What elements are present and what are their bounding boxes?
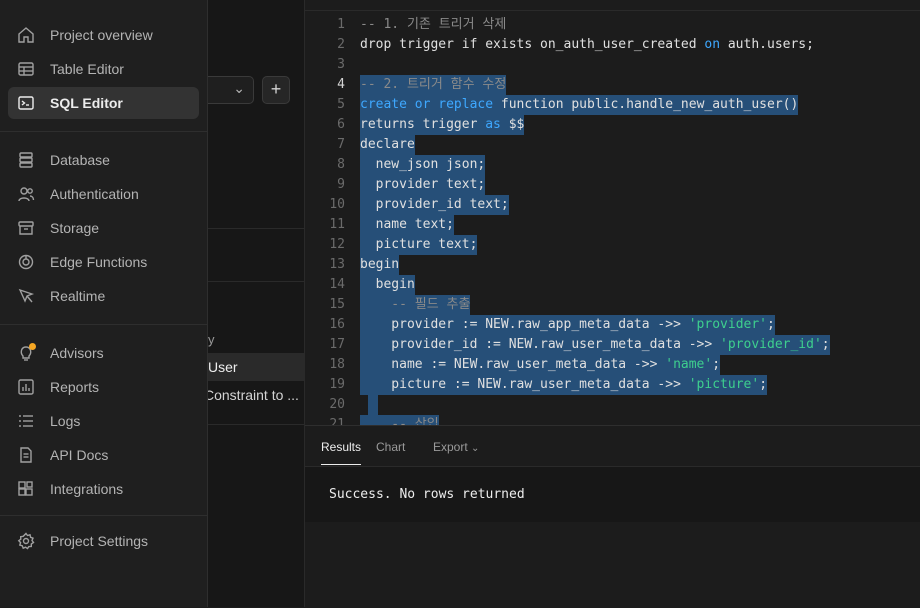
code-line: 16 provider := NEW.raw_app_meta_data ->>…: [305, 315, 920, 335]
realtime-icon: [16, 286, 36, 306]
sidebar-item-realtime[interactable]: Realtime: [8, 280, 199, 312]
sidebar-item-database[interactable]: Database: [8, 144, 199, 176]
export-dropdown[interactable]: Export ⌄: [433, 440, 479, 454]
document-icon: [16, 445, 36, 465]
blocks-icon: [16, 479, 36, 499]
sidebar: Project overview Table Editor SQL Editor…: [0, 0, 208, 607]
results-tabs: Results Chart Export ⌄: [305, 426, 920, 467]
snippet-filter-select[interactable]: ⌄: [208, 76, 254, 104]
divider: [208, 228, 304, 229]
chevron-down-icon: ⌄: [233, 80, 245, 96]
code-line: 10 provider_id text;: [305, 195, 920, 215]
sidebar-item-storage[interactable]: Storage: [8, 212, 199, 244]
tab-chart[interactable]: Chart: [376, 440, 405, 454]
code-line: 21 -- 삽입: [305, 415, 920, 425]
functions-icon: [16, 252, 36, 272]
sidebar-item-api-docs[interactable]: API Docs: [8, 439, 199, 471]
snippet-panel: ⌄ + y User Constraint to ...: [204, 0, 305, 607]
code-line: 3: [337, 57, 345, 72]
users-icon: [16, 184, 36, 204]
snippet-item-constraint[interactable]: Constraint to ...: [204, 381, 300, 409]
sidebar-item-sql-editor[interactable]: SQL Editor: [8, 87, 199, 119]
chart-icon: [16, 377, 36, 397]
divider: [0, 131, 207, 132]
terminal-icon: [16, 93, 36, 113]
lightbulb-icon: [16, 343, 36, 363]
results-panel: Results Chart Export ⌄ Success. No rows …: [305, 425, 920, 608]
database-icon: [16, 150, 36, 170]
sidebar-item-integrations[interactable]: Integrations: [8, 473, 199, 505]
sidebar-item-project-overview[interactable]: Project overview: [8, 19, 199, 51]
sidebar-item-edge-functions[interactable]: Edge Functions: [8, 246, 199, 278]
archive-icon: [16, 218, 36, 238]
list-icon: [16, 411, 36, 431]
snippet-item-user[interactable]: User: [208, 353, 304, 381]
sidebar-item-logs[interactable]: Logs: [8, 405, 199, 437]
result-message: Success. No rows returned: [329, 487, 525, 502]
sidebar-item-advisors[interactable]: Advisors: [8, 337, 199, 369]
divider: [208, 424, 304, 425]
sidebar-item-reports[interactable]: Reports: [8, 371, 199, 403]
code-line: 17 provider_id := NEW.raw_user_meta_data…: [305, 335, 920, 355]
tab-results[interactable]: Results: [321, 440, 362, 465]
chevron-down-icon: ⌄: [471, 443, 480, 454]
add-snippet-button[interactable]: +: [262, 76, 290, 104]
code-line: 12 picture text;: [305, 235, 920, 255]
code-line: 6 returns trigger as $$: [305, 115, 920, 135]
results-body: Success. No rows returned: [305, 467, 920, 522]
divider: [0, 324, 207, 325]
snippet-item-fragment[interactable]: y: [208, 332, 215, 347]
code-line: 14 begin: [305, 275, 920, 295]
sql-editor[interactable]: 1 -- 1. 기존 트리거 삭제 2 drop trigger if exists…: [305, 10, 920, 425]
code-line: 1 -- 1. 기존 트리거 삭제: [337, 17, 507, 32]
code-line: 2 drop trigger if exists on_auth_user_cre…: [337, 37, 814, 52]
code-line: 8 new_json json;: [305, 155, 920, 175]
home-icon: [16, 25, 36, 45]
sidebar-item-authentication[interactable]: Authentication: [8, 178, 199, 210]
code-line: 4 -- 2. 트리거 함수 수정: [305, 75, 920, 95]
code-line: 7 declare: [305, 135, 920, 155]
notification-dot: [29, 343, 36, 350]
code-line: 9 provider text;: [305, 175, 920, 195]
table-icon: [16, 59, 36, 79]
code-line: 13 begin: [305, 255, 920, 275]
code-line: 19 picture := NEW.raw_user_meta_data ->>…: [305, 375, 920, 395]
divider: [208, 281, 304, 282]
code-line: 18 name := NEW.raw_user_meta_data ->> 'n…: [305, 355, 920, 375]
code-line: 15 -- 필드 추출: [305, 295, 920, 315]
code-line: 5 create or replace function public.handl…: [305, 95, 920, 115]
code-line: 11 name text;: [305, 215, 920, 235]
sidebar-item-table-editor[interactable]: Table Editor: [8, 53, 199, 85]
sidebar-item-project-settings[interactable]: Project Settings: [8, 525, 199, 557]
code-line: 20: [305, 395, 920, 415]
divider: [0, 515, 207, 516]
gear-icon: [16, 531, 36, 551]
